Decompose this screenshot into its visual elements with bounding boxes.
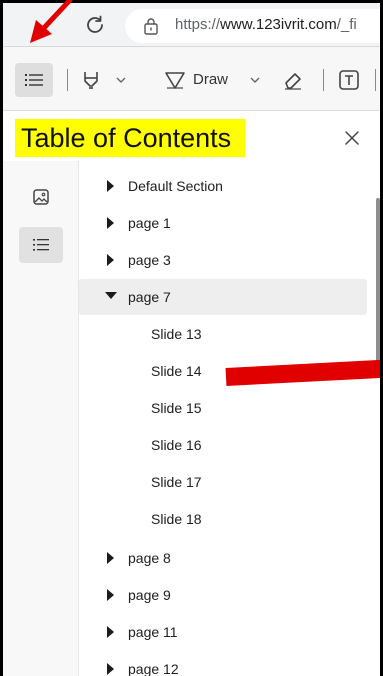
list-icon (33, 239, 49, 251)
toc-item-slide-16[interactable]: Slide 16 (79, 427, 367, 463)
toc-item-label: Slide 16 (151, 437, 202, 453)
red-arrow-annotation (30, 0, 73, 43)
toc-item-page-3[interactable]: page 3 (79, 242, 367, 278)
toc-item-slide-15[interactable]: Slide 15 (79, 390, 367, 426)
toc-item-slide-13[interactable]: Slide 13 (79, 316, 367, 352)
chevron-down-icon[interactable] (249, 75, 261, 85)
toc-item-label: page 3 (128, 252, 171, 268)
toc-tree: Default Section page 1 page 3 page 7 Sli… (79, 166, 379, 676)
toc-item-default-section[interactable]: Default Section (79, 168, 367, 204)
table-of-contents-button[interactable] (15, 63, 53, 97)
toc-item-label: Slide 13 (151, 326, 202, 342)
text-box-icon[interactable] (335, 66, 363, 94)
toc-item-label: Slide 18 (151, 511, 202, 527)
toc-item-page-1[interactable]: page 1 (79, 205, 367, 241)
expand-triangle-icon[interactable] (107, 589, 114, 601)
site-info-icon[interactable] (143, 17, 159, 35)
scrollbar-thumb[interactable] (376, 198, 380, 363)
toc-item-label: Slide 15 (151, 400, 202, 416)
toolbar-divider (67, 69, 68, 91)
toc-item-label: Slide 14 (151, 363, 202, 379)
thumbnails-button[interactable] (19, 179, 63, 215)
expand-triangle-icon[interactable] (107, 180, 114, 192)
contents-button[interactable] (19, 227, 63, 263)
url-domain: www.123ivrit.com (220, 16, 337, 33)
expand-triangle-icon[interactable] (107, 663, 114, 675)
url-path: /_fi (336, 16, 357, 33)
toc-item-page-7[interactable]: page 7 (79, 279, 367, 315)
highlight-icon[interactable] (77, 66, 105, 94)
collapse-triangle-icon[interactable] (105, 292, 117, 299)
url-text[interactable]: https://www.123ivrit.com/_fi (175, 16, 357, 33)
toc-panel-header: Table of Contents (3, 111, 380, 161)
toc-item-slide-18[interactable]: Slide 18 (79, 501, 367, 537)
close-icon[interactable] (343, 129, 361, 147)
toc-item-label: Slide 17 (151, 474, 202, 490)
expand-triangle-icon[interactable] (107, 254, 114, 266)
toc-item-label: page 9 (128, 587, 171, 603)
toc-item-page-8[interactable]: page 8 (79, 540, 367, 576)
chevron-down-icon[interactable] (115, 75, 127, 85)
toc-item-label: page 1 (128, 215, 171, 231)
toc-item-page-11[interactable]: page 11 (79, 614, 367, 650)
toc-item-label: page 7 (128, 289, 171, 305)
expand-triangle-icon[interactable] (107, 217, 114, 229)
expand-triangle-icon[interactable] (107, 626, 114, 638)
url-protocol: https:// (175, 16, 221, 33)
draw-icon[interactable] (161, 66, 189, 94)
pdf-toolbar: Draw (3, 47, 380, 111)
sidebar-rail (3, 161, 79, 676)
pdf-viewer-window: https://www.123ivrit.com/_fi Draw Table … (0, 0, 383, 676)
toolbar-divider (375, 69, 376, 91)
table-of-contents-icon (25, 74, 43, 86)
toc-item-slide-17[interactable]: Slide 17 (79, 464, 367, 500)
toc-item-label: page 11 (128, 624, 178, 640)
eraser-icon[interactable] (279, 66, 307, 94)
toc-item-page-9[interactable]: page 9 (79, 577, 367, 613)
toc-item-label: page 8 (128, 550, 171, 566)
expand-triangle-icon[interactable] (107, 552, 114, 564)
draw-button-label[interactable]: Draw (193, 71, 228, 88)
panel-title: Table of Contents (15, 119, 246, 157)
toc-item-page-12[interactable]: page 12 (79, 651, 367, 676)
toolbar-divider (323, 69, 324, 91)
image-icon (33, 189, 49, 205)
toc-item-label: page 12 (128, 661, 179, 676)
toc-item-label: Default Section (128, 178, 223, 194)
